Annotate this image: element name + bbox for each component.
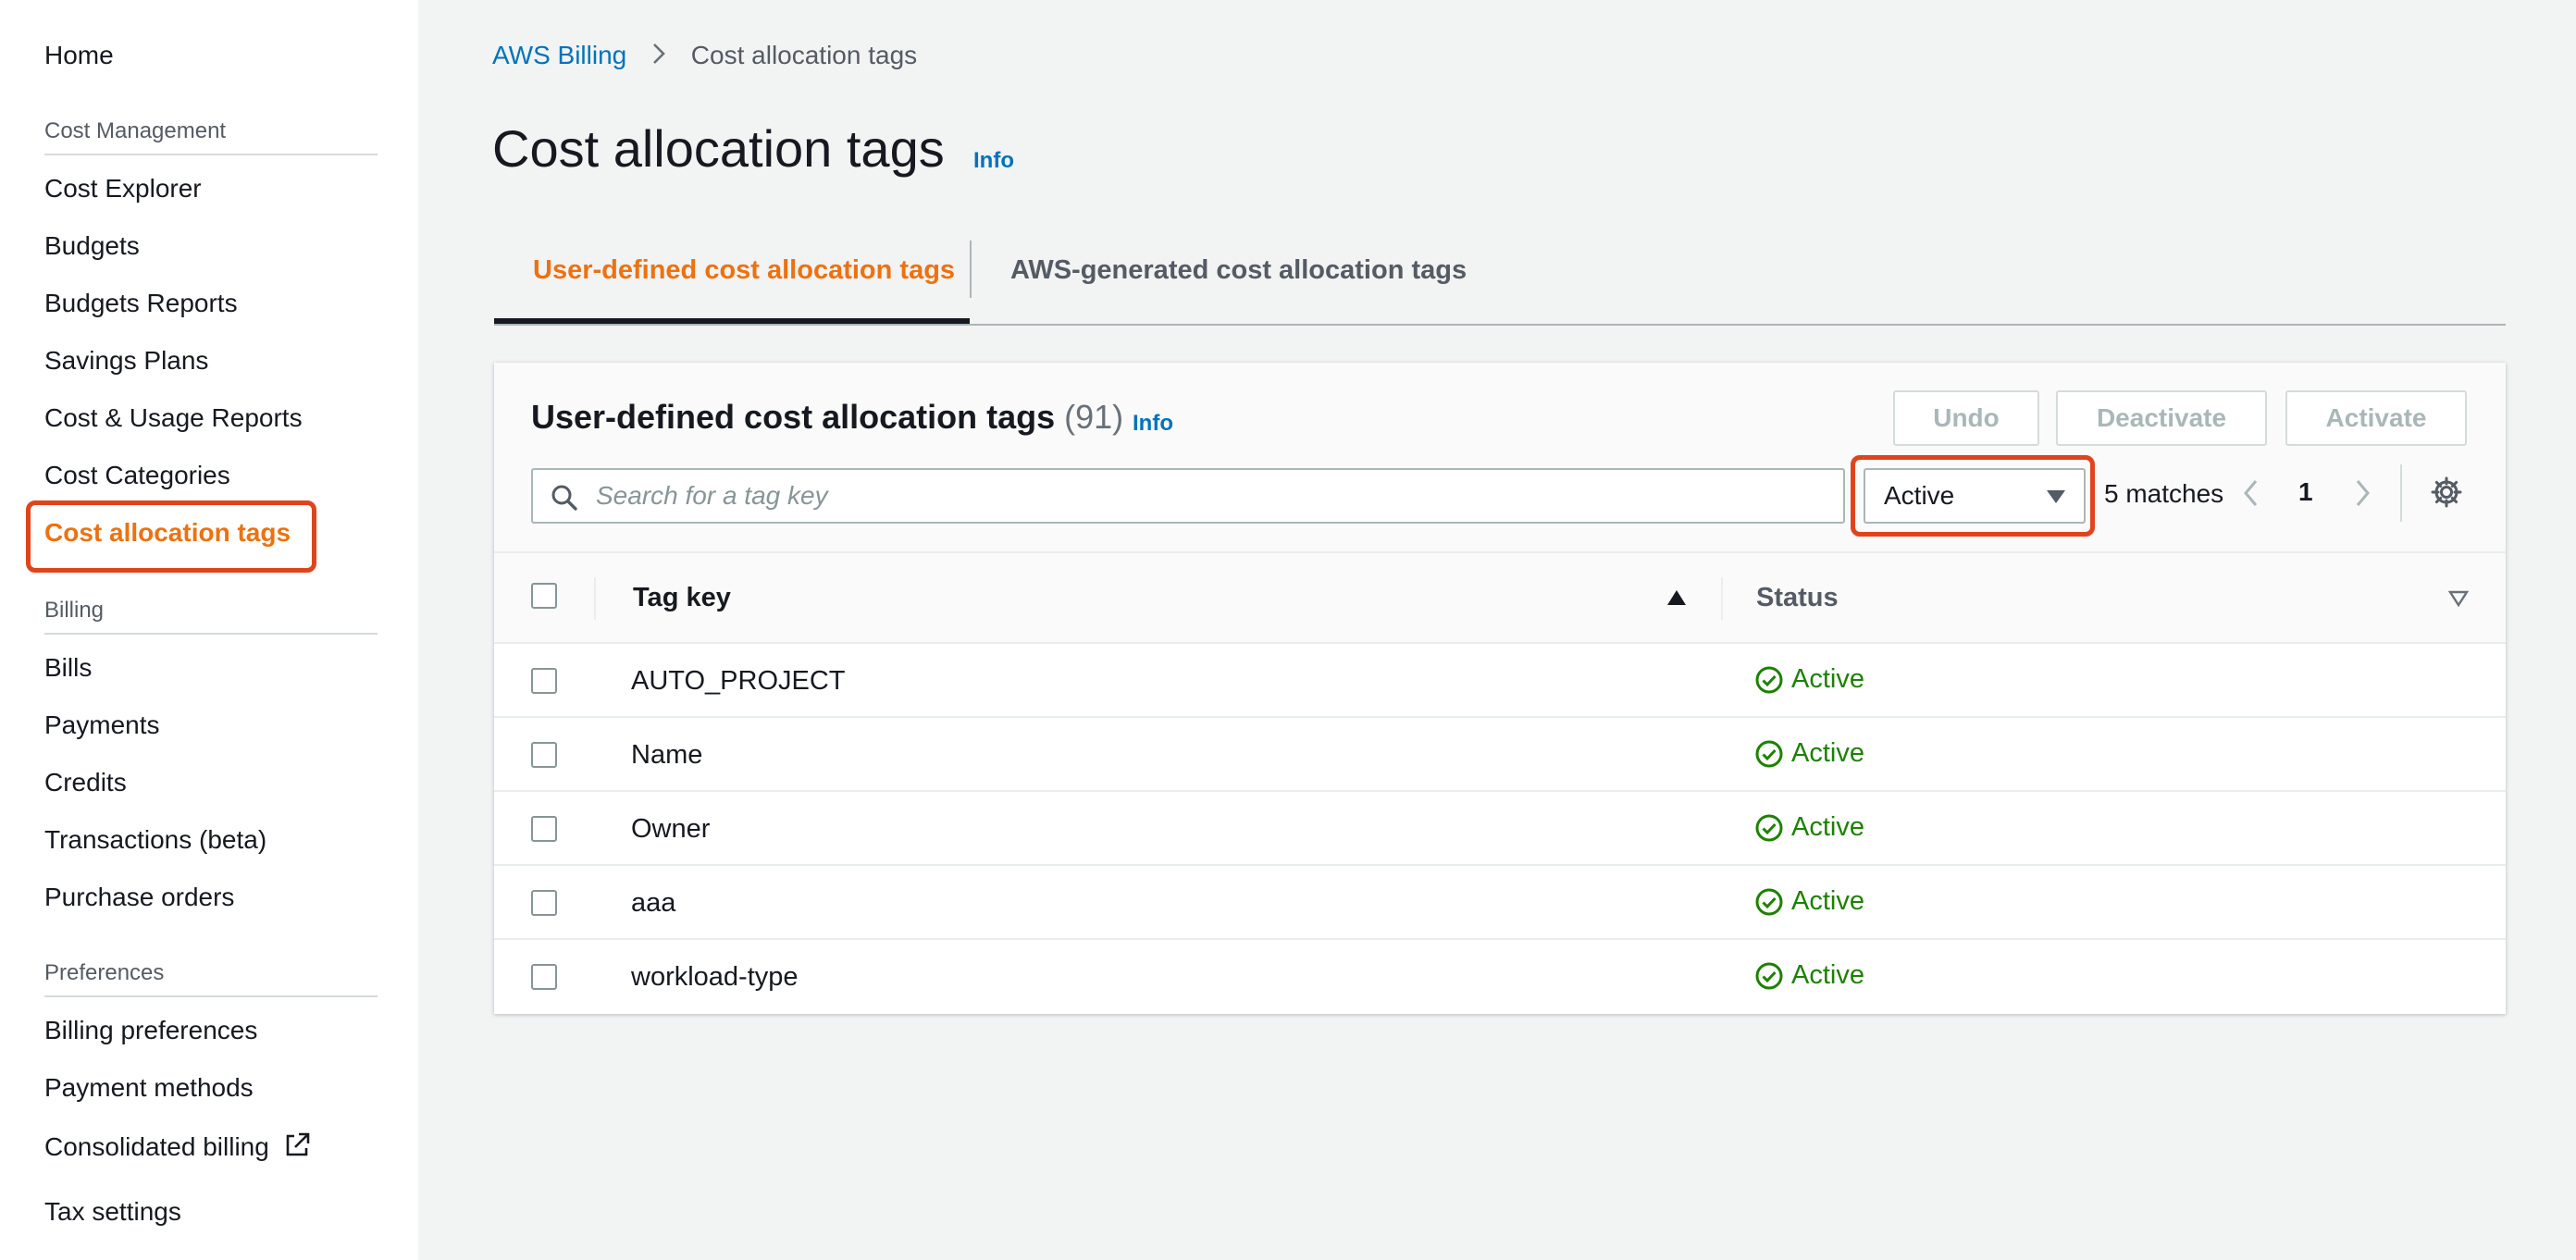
cell-tag-key: workload-type <box>631 962 799 992</box>
matches-count: 5 matches <box>2104 479 2224 508</box>
column-header-status[interactable]: Status <box>1756 583 1839 613</box>
search-input[interactable] <box>594 476 1825 516</box>
sidebar-item-budgets-reports[interactable]: Budgets Reports <box>44 289 238 318</box>
sidebar-item-budgets[interactable]: Budgets <box>44 231 140 261</box>
cell-status: Active <box>1754 886 1864 917</box>
panel-title-text: User-defined cost allocation tags <box>531 398 1056 436</box>
table-row[interactable]: Name Active <box>494 718 2506 792</box>
panel-header: User-defined cost allocation tags (91) I… <box>494 363 2506 553</box>
deactivate-button[interactable]: Deactivate <box>2056 390 2267 446</box>
table-row[interactable]: AUTO_PROJECT Active <box>494 644 2506 718</box>
sidebar-item-consolidated-billing-label: Consolidated billing <box>44 1131 269 1161</box>
table-row[interactable]: aaa Active <box>494 866 2506 940</box>
sidebar-item-bills[interactable]: Bills <box>44 653 92 683</box>
check-circle-icon <box>1755 888 1783 915</box>
page-info-link[interactable]: Info <box>973 148 1014 174</box>
sidebar-item-payment-methods[interactable]: Payment methods <box>44 1073 254 1103</box>
cell-status: Active <box>1754 664 1864 695</box>
page-title: Cost allocation tags <box>492 119 945 178</box>
sidebar-item-tax-settings[interactable]: Tax settings <box>44 1197 181 1227</box>
check-circle-icon <box>1755 814 1783 841</box>
table-row[interactable]: Owner Active <box>494 792 2506 866</box>
cell-tag-key: Owner <box>631 814 711 844</box>
panel-count: (91) <box>1064 398 1124 436</box>
sidebar-item-cost-usage-reports[interactable]: Cost & Usage Reports <box>44 403 303 433</box>
cell-tag-key: aaa <box>631 888 676 918</box>
sidebar-item-consolidated-billing[interactable]: Consolidated billing <box>44 1130 312 1167</box>
check-circle-icon <box>1755 962 1783 989</box>
row-checkbox[interactable] <box>531 964 557 990</box>
undo-button[interactable]: Undo <box>1893 390 2039 446</box>
highlight-box-filter <box>1851 455 2095 537</box>
cell-status: Active <box>1754 812 1864 843</box>
sort-ascending-icon[interactable] <box>1666 588 1688 611</box>
tab-user-defined[interactable]: User-defined cost allocation tags <box>533 255 955 286</box>
table-header: Tag key Status <box>494 553 2506 644</box>
sidebar-section-preferences: Preferences <box>44 960 378 997</box>
select-all-checkbox[interactable] <box>531 583 557 609</box>
tab-active-indicator <box>494 318 970 324</box>
chevron-right-icon <box>650 41 667 73</box>
activate-button[interactable]: Activate <box>2285 390 2467 446</box>
chevron-left-icon[interactable] <box>2241 477 2261 513</box>
cell-status: Active <box>1754 960 1864 991</box>
page-number[interactable]: 1 <box>2298 477 2313 507</box>
sort-descending-icon[interactable] <box>2447 590 2470 611</box>
row-checkbox[interactable] <box>531 890 557 916</box>
pagination-divider <box>2400 464 2402 522</box>
sidebar-item-savings-plans[interactable]: Savings Plans <box>44 346 208 376</box>
breadcrumb: AWS Billing Cost allocation tags <box>492 41 917 73</box>
cell-tag-key: Name <box>631 740 703 770</box>
sidebar-section-cost-management: Cost Management <box>44 118 378 155</box>
row-checkbox[interactable] <box>531 742 557 768</box>
check-circle-icon <box>1755 740 1783 767</box>
breadcrumb-link-aws-billing[interactable]: AWS Billing <box>492 41 626 69</box>
search-field[interactable] <box>531 468 1845 524</box>
status-text: Active <box>1791 812 1864 842</box>
column-divider <box>1721 577 1723 620</box>
breadcrumb-current: Cost allocation tags <box>690 41 918 69</box>
tab-divider <box>970 241 972 298</box>
status-text: Active <box>1791 738 1864 768</box>
sidebar-section-billing: Billing <box>44 598 378 635</box>
table-row[interactable]: workload-type Active <box>494 940 2506 1014</box>
row-checkbox[interactable] <box>531 668 557 694</box>
sidebar-item-credits[interactable]: Credits <box>44 768 127 797</box>
cell-status: Active <box>1754 738 1864 769</box>
cell-tag-key: AUTO_PROJECT <box>631 666 846 696</box>
column-divider <box>594 577 596 620</box>
sidebar-item-home[interactable]: Home <box>44 41 114 70</box>
status-text: Active <box>1791 886 1864 916</box>
gear-icon[interactable] <box>2430 476 2463 513</box>
sidebar-item-cost-categories[interactable]: Cost Categories <box>44 461 230 490</box>
status-text: Active <box>1791 960 1864 990</box>
tab-aws-generated[interactable]: AWS-generated cost allocation tags <box>1010 255 1467 286</box>
search-icon <box>550 483 579 517</box>
tab-bar: User-defined cost allocation tags AWS-ge… <box>494 233 2506 326</box>
sidebar-item-transactions[interactable]: Transactions (beta) <box>44 825 266 855</box>
check-circle-icon <box>1755 666 1783 693</box>
tags-table-panel: User-defined cost allocation tags (91) I… <box>494 363 2506 1014</box>
external-link-icon <box>282 1130 312 1167</box>
row-checkbox[interactable] <box>531 816 557 842</box>
sidebar-item-purchase-orders[interactable]: Purchase orders <box>44 883 234 912</box>
status-text: Active <box>1791 664 1864 694</box>
sidebar-item-cost-explorer[interactable]: Cost Explorer <box>44 174 202 204</box>
highlight-box-sidebar <box>26 500 316 573</box>
sidebar-item-billing-preferences[interactable]: Billing preferences <box>44 1016 257 1045</box>
sidebar-item-payments[interactable]: Payments <box>44 710 160 740</box>
panel-title: User-defined cost allocation tags (91) <box>531 398 1123 437</box>
chevron-right-icon[interactable] <box>2352 477 2372 513</box>
sidebar-nav: Home Cost Management Cost Explorer Budge… <box>0 0 418 1260</box>
column-header-tag-key[interactable]: Tag key <box>633 583 731 613</box>
panel-info-link[interactable]: Info <box>1133 411 1173 437</box>
